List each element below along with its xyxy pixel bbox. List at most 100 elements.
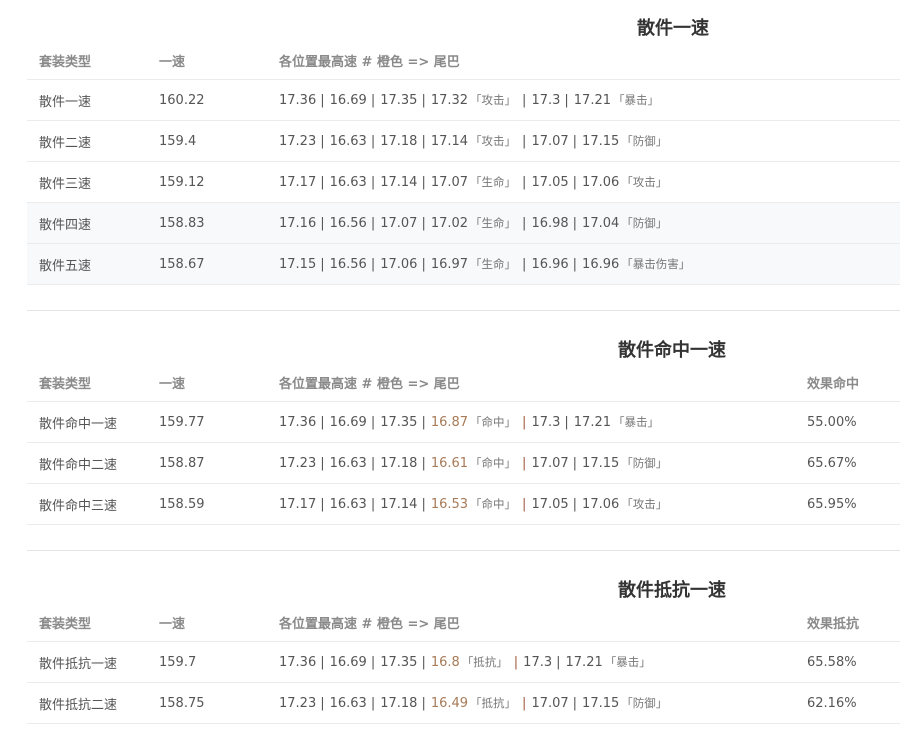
separator: | xyxy=(556,654,561,670)
position-speed: 17.23 xyxy=(279,455,317,471)
position-speed: 17.21 xyxy=(565,654,603,670)
separator: | xyxy=(522,92,527,108)
position-speed: 16.63 xyxy=(329,455,367,471)
separator: | xyxy=(564,92,569,108)
position-speed: 17.35 xyxy=(380,654,418,670)
separator: | xyxy=(421,414,426,430)
header-speed: 一速 xyxy=(159,55,186,70)
position-speed: 17.21 xyxy=(573,414,611,430)
separator: | xyxy=(320,133,325,149)
main-stat-tag: 「防御」 xyxy=(621,216,668,230)
main-stat-tag: 「暴击」 xyxy=(604,655,651,669)
position-speed: 17.36 xyxy=(279,654,317,670)
separator: | xyxy=(421,92,426,108)
main-stat-tag: 「命中」 xyxy=(470,456,517,470)
position-speed: 17.06 xyxy=(582,174,620,190)
position-speed: 17.06 xyxy=(582,496,620,512)
separator: | xyxy=(522,695,527,711)
position-speed: 16.69 xyxy=(329,92,367,108)
tail-speed: 16.87 xyxy=(430,414,469,430)
position-speed: 17.35 xyxy=(380,92,418,108)
separator: | xyxy=(320,654,325,670)
cell-position-speeds: 17.17 | 16.63 | 17.14 | 16.53 「命中」 | 17.05 | 17.06 「… xyxy=(279,484,669,524)
separator: | xyxy=(421,256,426,272)
position-speed: 17.14 xyxy=(380,174,418,190)
position-speed: 16.63 xyxy=(329,695,367,711)
position-speed: 17.18 xyxy=(380,133,418,149)
section-title: 散件一速 xyxy=(637,18,709,39)
position-speed: 17.07 xyxy=(531,133,569,149)
separator: | xyxy=(522,215,527,231)
position-speed: 17.15 xyxy=(279,256,317,272)
separator: | xyxy=(421,654,426,670)
cell-speed: 158.87 xyxy=(159,455,205,471)
separator: | xyxy=(572,695,578,711)
separator: | xyxy=(370,92,376,108)
table-row: 散件二速 159.4 17.23 | 16.63 | 17.18 | 17.14 「攻击」 | 17.… xyxy=(27,121,900,162)
table-row: 散件抵抗二速 158.75 17.23 | 16.63 | 17.18 | 16.49 「抵抗」 |… xyxy=(27,683,900,724)
cell-effect-value: 65.67% xyxy=(807,455,857,471)
separator: | xyxy=(320,695,325,711)
separator: | xyxy=(421,496,426,512)
separator: | xyxy=(522,174,527,190)
position-speed: 17.3 xyxy=(531,92,561,108)
cell-speed: 159.12 xyxy=(159,174,205,190)
cell-effect-value: 65.95% xyxy=(807,496,857,512)
separator: | xyxy=(421,174,426,190)
separator: | xyxy=(370,695,376,711)
header-type: 套装类型 xyxy=(39,377,92,392)
separator: | xyxy=(370,496,376,512)
cell-set-type: 散件五速 xyxy=(39,258,92,274)
header-type: 套装类型 xyxy=(39,617,92,632)
position-speed: 17.16 xyxy=(279,215,317,231)
separator: | xyxy=(320,215,325,231)
separator: | xyxy=(572,455,578,471)
position-speed: 17.3 xyxy=(531,414,561,430)
position-speed: 16.97 xyxy=(430,256,469,272)
main-stat-tag: 「生命」 xyxy=(470,216,517,230)
separator: | xyxy=(522,414,527,430)
cell-set-type: 散件三速 xyxy=(39,176,92,192)
separator: | xyxy=(522,133,527,149)
cell-set-type: 散件二速 xyxy=(39,135,92,151)
separator: | xyxy=(320,455,325,471)
separator: | xyxy=(370,654,376,670)
cell-set-type: 散件命中一速 xyxy=(39,416,118,432)
separator: | xyxy=(370,215,376,231)
cell-position-speeds: 17.36 | 16.69 | 17.35 | 16.8 「抵抗」 | 17.3 | 17.21 「暴击… xyxy=(279,642,653,682)
cell-position-speeds: 17.16 | 16.56 | 17.07 | 17.02 「生命」 | 16.98 | 17.04 「… xyxy=(279,203,669,243)
main-stat-tag: 「暴击」 xyxy=(613,415,659,429)
position-speed: 17.21 xyxy=(573,92,611,108)
section-divider xyxy=(27,310,900,311)
separator: | xyxy=(370,414,376,430)
cell-position-speeds: 17.36 | 16.69 | 17.35 | 17.32 「攻击」 | 17.3 | 17.21 「暴… xyxy=(279,80,661,120)
position-speed: 17.14 xyxy=(380,496,418,512)
main-stat-tag: 「暴击伤害」 xyxy=(621,257,691,271)
position-speed: 17.18 xyxy=(380,455,418,471)
cell-speed: 160.22 xyxy=(159,92,205,108)
position-speed: 17.07 xyxy=(430,174,469,190)
table-header: 套装类型 一速 各位置最高速 # 橙色 => 尾巴 xyxy=(27,42,900,80)
position-speed: 17.35 xyxy=(380,414,418,430)
cell-position-speeds: 17.23 | 16.63 | 17.18 | 16.61 「命中」 | 17.07 | 17.15 「… xyxy=(279,443,669,483)
cell-position-speeds: 17.23 | 16.63 | 17.18 | 17.14 「攻击」 | 17.07 | 17.15 「… xyxy=(279,121,669,161)
table-header: 套装类型 一速 各位置最高速 # 橙色 => 尾巴 效果抵抗 xyxy=(27,604,900,642)
section-title: 散件命中一速 xyxy=(618,340,726,361)
position-speed: 16.63 xyxy=(329,174,367,190)
cell-speed: 159.77 xyxy=(159,414,205,430)
header-type: 套装类型 xyxy=(39,55,92,70)
cell-position-speeds: 17.36 | 16.69 | 17.35 | 16.87 「命中」 | 17.3 | 17.21 「暴… xyxy=(279,402,661,442)
separator: | xyxy=(370,174,376,190)
main-stat-tag: 「命中」 xyxy=(470,415,517,429)
separator: | xyxy=(370,133,376,149)
separator: | xyxy=(572,215,578,231)
cell-set-type: 散件抵抗一速 xyxy=(39,656,118,672)
cell-set-type: 散件命中二速 xyxy=(39,457,118,473)
separator: | xyxy=(421,133,426,149)
separator: | xyxy=(370,455,376,471)
main-stat-tag: 「暴击」 xyxy=(613,93,659,107)
cell-speed: 159.4 xyxy=(159,133,197,149)
cell-set-type: 散件命中三速 xyxy=(39,498,118,514)
cell-effect-value: 62.16% xyxy=(807,695,857,711)
position-speed: 17.23 xyxy=(279,133,317,149)
